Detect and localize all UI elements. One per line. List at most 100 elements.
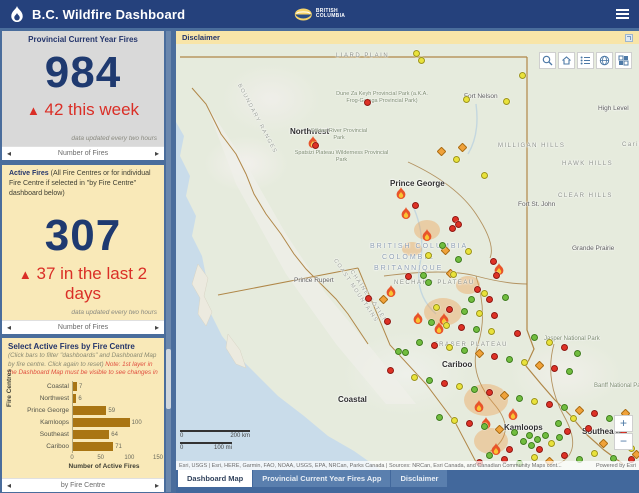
pager-next-icon[interactable]: ▸ — [155, 323, 159, 332]
fire-dot-green[interactable] — [426, 377, 433, 384]
home-icon[interactable] — [558, 52, 575, 69]
fire-dot-red[interactable] — [365, 295, 372, 302]
zoom-out-button[interactable]: − — [614, 433, 633, 450]
fire-dot-red[interactable] — [312, 142, 319, 149]
fire-dot-red[interactable] — [474, 286, 481, 293]
chart-bar-southeast[interactable] — [73, 430, 110, 439]
fire-of-note-flame-icon[interactable] — [473, 400, 485, 413]
fire-dot-red[interactable] — [585, 425, 592, 432]
fire-dot-yellow[interactable] — [456, 383, 463, 390]
fire-dot-red[interactable] — [591, 410, 598, 417]
chart-bar-coastal[interactable] — [73, 382, 77, 391]
fire-dot-red[interactable] — [491, 353, 498, 360]
fire-dot-green[interactable] — [468, 296, 475, 303]
chart-bar-prince-george[interactable] — [73, 406, 107, 415]
fire-dot-red[interactable] — [561, 344, 568, 351]
tab-dashboard-map[interactable]: Dashboard Map — [178, 470, 253, 487]
fire-dot-red[interactable] — [431, 342, 438, 349]
search-icon[interactable] — [539, 52, 556, 69]
fire-dot-green[interactable] — [425, 279, 432, 286]
fire-dot-green[interactable] — [606, 415, 613, 422]
fire-of-note-flame-icon[interactable] — [421, 229, 433, 242]
fire-dot-red[interactable] — [536, 446, 543, 453]
fire-dot-red[interactable] — [405, 273, 412, 280]
fire-dot-yellow[interactable] — [519, 72, 526, 79]
fire-dot-red[interactable] — [449, 225, 456, 232]
fire-dot-green[interactable] — [436, 414, 443, 421]
fire-dot-yellow[interactable] — [546, 339, 553, 346]
fire-dot-green[interactable] — [542, 432, 549, 439]
fire-dot-red[interactable] — [486, 296, 493, 303]
fire-dot-red[interactable] — [551, 365, 558, 372]
pager-prev-icon[interactable]: ◂ — [7, 481, 11, 490]
fire-dot-red[interactable] — [412, 202, 419, 209]
sidebar-scrollbar[interactable] — [166, 31, 171, 492]
fire-dot-yellow[interactable] — [425, 252, 432, 259]
fire-dot-red[interactable] — [491, 312, 498, 319]
menu-hamburger-icon[interactable] — [616, 9, 629, 19]
fire-dot-green[interactable] — [455, 256, 462, 263]
fire-dot-green[interactable] — [428, 319, 435, 326]
layers-icon[interactable] — [615, 52, 632, 69]
fire-dot-red[interactable] — [561, 452, 568, 459]
fire-dot-yellow[interactable] — [531, 454, 538, 461]
pager-next-icon[interactable]: ▸ — [155, 481, 159, 490]
fire-dot-green[interactable] — [566, 368, 573, 375]
tab-provincial-current-year-fires-app[interactable]: Provincial Current Year Fires App — [253, 470, 391, 487]
fire-dot-green[interactable] — [502, 294, 509, 301]
fire-dot-red[interactable] — [546, 401, 553, 408]
fire-dot-green[interactable] — [531, 334, 538, 341]
chart-bar-kamloops[interactable] — [73, 418, 130, 427]
pager-prev-icon[interactable]: ◂ — [7, 149, 11, 158]
fire-dot-green[interactable] — [416, 339, 423, 346]
fire-dot-green[interactable] — [395, 348, 402, 355]
fire-dot-green[interactable] — [481, 423, 488, 430]
tab-disclaimer[interactable]: Disclaimer — [391, 470, 448, 487]
fire-dot-yellow[interactable] — [570, 415, 577, 422]
fire-of-note-flame-icon[interactable] — [395, 187, 407, 200]
fire-dot-yellow[interactable] — [463, 96, 470, 103]
fire-dot-green[interactable] — [556, 434, 563, 441]
fire-dot-green[interactable] — [534, 436, 541, 443]
fire-dot-yellow[interactable] — [446, 344, 453, 351]
fire-dot-red[interactable] — [446, 306, 453, 313]
fire-dot-red[interactable] — [506, 446, 513, 453]
fire-dot-yellow[interactable] — [411, 374, 418, 381]
fire-dot-green[interactable] — [471, 386, 478, 393]
fire-dot-green[interactable] — [574, 350, 581, 357]
fire-dot-green[interactable] — [511, 429, 518, 436]
fire-dot-yellow[interactable] — [488, 328, 495, 335]
fire-dot-green[interactable] — [461, 308, 468, 315]
fire-dot-yellow[interactable] — [521, 359, 528, 366]
fire-dot-green[interactable] — [516, 395, 523, 402]
fire-dot-green[interactable] — [461, 347, 468, 354]
pager-next-icon[interactable]: ▸ — [155, 149, 159, 158]
fire-dot-green[interactable] — [420, 272, 427, 279]
fire-dot-red[interactable] — [384, 318, 391, 325]
fire-dot-green[interactable] — [528, 442, 535, 449]
expand-icon[interactable] — [625, 33, 633, 42]
fire-dot-green[interactable] — [526, 432, 533, 439]
fire-dot-green[interactable] — [561, 404, 568, 411]
fire-dot-red[interactable] — [514, 330, 521, 337]
fire-dot-yellow[interactable] — [451, 417, 458, 424]
fire-dot-yellow[interactable] — [453, 156, 460, 163]
fire-dot-yellow[interactable] — [418, 57, 425, 64]
fire-dot-red[interactable] — [458, 324, 465, 331]
legend-icon[interactable] — [577, 52, 594, 69]
sidebar-scrollbar-thumb[interactable] — [166, 349, 171, 409]
fire-dot-red[interactable] — [466, 420, 473, 427]
fire-dot-red[interactable] — [486, 389, 493, 396]
fire-dot-yellow[interactable] — [591, 450, 598, 457]
fire-dot-yellow[interactable] — [481, 172, 488, 179]
fire-dot-red[interactable] — [455, 221, 462, 228]
fire-dot-yellow[interactable] — [503, 98, 510, 105]
fire-dot-green[interactable] — [473, 326, 480, 333]
fire-dot-green[interactable] — [520, 438, 527, 445]
fire-of-note-flame-icon[interactable] — [400, 207, 412, 220]
fire-dot-yellow[interactable] — [531, 398, 538, 405]
chart-bar-northwest[interactable] — [73, 394, 77, 403]
fire-dot-yellow[interactable] — [465, 248, 472, 255]
fire-dot-yellow[interactable] — [433, 304, 440, 311]
fire-dot-green[interactable] — [506, 356, 513, 363]
